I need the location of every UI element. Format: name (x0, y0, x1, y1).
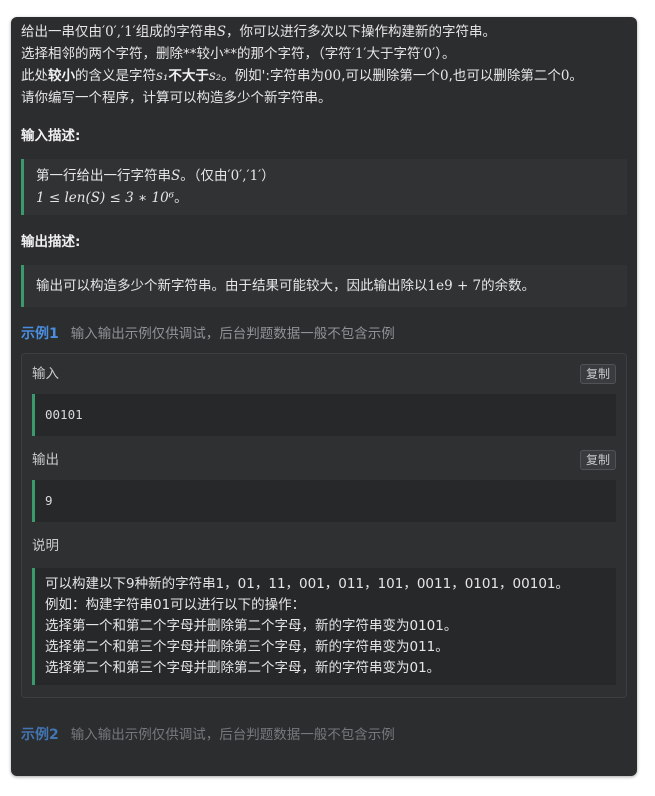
desc-bold: 较小 (48, 68, 75, 84)
desc-math: ′1′ (351, 46, 367, 62)
problem-content: 给出一串仅由′0′,′1′组成的字符串S，你可以进行多次以下操作构建新的字符串。… (11, 17, 637, 746)
desc-math: 0 (439, 68, 449, 84)
output-desc-title: 输出描述: (21, 234, 81, 250)
output-desc-block: 输出可以构造多少个新字符串。由于结果可能较大，因此输出除以1e9 + 7的余数。 (21, 265, 627, 307)
input-desc-line-2: 1 ≤ len(S) ≤ 3 ∗ 10⁶。 (36, 187, 615, 209)
copy-output-button[interactable]: 复制 (579, 450, 616, 470)
input-desc-block: 第一行给出一行字符串S。（仅由′0′,′1′） 1 ≤ len(S) ≤ 3 ∗… (21, 159, 627, 215)
desc-text: ,也可以删除第二个 (448, 68, 561, 84)
example-output-code: 9 (32, 480, 616, 522)
desc-text: ,可以删除第一个 (341, 68, 440, 84)
input-desc-math: 1 ≤ len(S) ≤ 3 ∗ 10⁶ (36, 190, 175, 206)
input-desc-text: 。（仅由 (180, 168, 228, 184)
desc-math: 00 (323, 68, 342, 84)
explain-line: 选择第二个和第三个字母并删除第二个字母，新的字符串变为01。 (45, 660, 441, 676)
input-desc-text: 第一行给出一行字符串 (36, 168, 171, 184)
input-desc-math: ′0′,′1′ (227, 168, 262, 184)
desc-math: s₁ (156, 68, 169, 84)
desc-text: ）。 (435, 46, 456, 62)
desc-text: ，你可以进行多次以下操作构建新的字符串。 (225, 24, 496, 40)
example-explain-header: 说明 (32, 532, 616, 560)
input-desc-math: S (171, 168, 181, 184)
desc-math: s₂ (208, 68, 222, 84)
example-1-hint: 输入输出示例仅供调试，后台判题数据一般不包含示例 (70, 326, 395, 342)
input-desc-title: 输入描述: (21, 128, 81, 144)
desc-line-2: 选择相邻的两个字符，删除**较小**的那个字符，（字符′1′大于字符′0′）。 (21, 43, 627, 65)
desc-text: 组成的字符串 (135, 24, 217, 40)
desc-text: 此处 (21, 68, 48, 84)
desc-text: 选择相邻的两个字符，删除**较小**的那个字符，（字符 (21, 46, 352, 62)
example-output-header: 输出 复制 (32, 446, 616, 474)
input-desc-text: ） (261, 168, 275, 184)
example-explain-block: 可以构建以下9种新的字符串1，01，11，001，011，101，0011，01… (32, 568, 616, 685)
example-2-title: 示例2 (21, 727, 59, 743)
example-1-card: 输入 复制 00101 输出 复制 9 说明 可以构建以下9种新的字符串1，01… (21, 353, 627, 698)
example-input-code: 00101 (32, 394, 616, 436)
desc-line-1: 给出一串仅由′0′,′1′组成的字符串S，你可以进行多次以下操作构建新的字符串。 (21, 21, 627, 43)
desc-text: 给出一串仅由 (21, 24, 102, 40)
example-2-header: 示例2 输入输出示例仅供调试，后台判题数据一般不包含示例 (21, 724, 627, 746)
example-explain-label: 说明 (32, 538, 59, 554)
example-input-header: 输入 复制 (32, 360, 616, 388)
example-output-label: 输出 (32, 452, 59, 468)
input-desc-text: 。 (174, 190, 188, 206)
explain-line: 选择第一个和第二个字母并删除第二个字母，新的字符串变为0101。 (45, 618, 458, 634)
example-2-hint: 输入输出示例仅供调试，后台判题数据一般不包含示例 (70, 727, 395, 743)
problem-description: 给出一串仅由′0′,′1′组成的字符串S，你可以进行多次以下操作构建新的字符串。… (21, 21, 627, 109)
example-input-label: 输入 (32, 366, 59, 382)
output-desc-text: 的余数。 (481, 278, 536, 294)
desc-line-3: 此处较小的含义是字符s₁不大于s₂。例如':字符串为00,可以删除第一个0,也可… (21, 65, 627, 87)
desc-math: ′0′,′1′ (102, 24, 136, 40)
example-1-title: 示例1 (21, 326, 59, 342)
desc-text: 。 (569, 68, 583, 84)
problem-window: 给出一串仅由′0′,′1′组成的字符串S，你可以进行多次以下操作构建新的字符串。… (11, 17, 637, 776)
desc-math: ′0′ (420, 46, 436, 62)
output-desc-text: 输出可以构造多少个新字符串。由于结果可能较大，因此输出除以 (36, 278, 428, 294)
copy-input-button[interactable]: 复制 (579, 364, 616, 384)
output-desc-math: 1e9 + 7 (427, 278, 482, 294)
example-1-header: 示例1 输入输出示例仅供调试，后台判题数据一般不包含示例 (21, 323, 627, 345)
desc-text: 的含义是字符 (75, 68, 156, 84)
explain-line: 选择第二个和第三个字母并删除第三个字母，新的字符串变为011。 (45, 639, 449, 655)
desc-math: S (216, 24, 226, 40)
desc-bold: 不大于 (168, 68, 209, 84)
explain-line: 可以构建以下9种新的字符串1，01，11，001，011，101，0011，01… (45, 576, 569, 592)
input-desc-line-1: 第一行给出一行字符串S。（仅由′0′,′1′） (36, 165, 615, 187)
desc-text: 。例如':字符串为 (221, 68, 324, 84)
desc-line-4: 请你编写一个程序，计算可以构造多少个新字符串。 (21, 90, 332, 106)
explain-line: 例如：构建字符串01可以进行以下的操作： (45, 597, 306, 613)
desc-text: 大于字符 (366, 46, 421, 62)
